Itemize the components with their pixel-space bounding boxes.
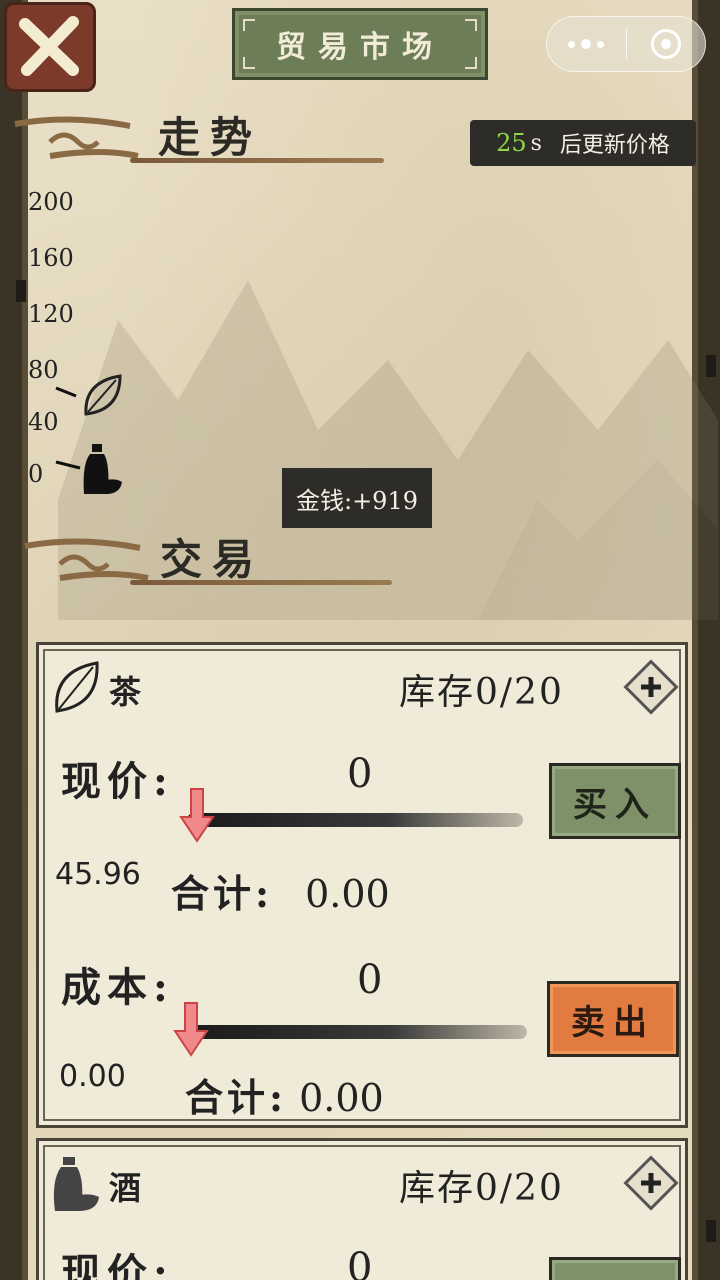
- timer-unit: s: [530, 130, 542, 156]
- cloud-ornament-icon: [14, 116, 139, 159]
- more-dots-icon[interactable]: [547, 17, 626, 71]
- expand-stock-button[interactable]: [623, 659, 679, 715]
- target-circle-icon[interactable]: [627, 17, 706, 71]
- wine-jar-icon: [55, 444, 122, 494]
- sell-total: 合计: 0.00: [185, 1067, 384, 1122]
- edge-notch: [706, 355, 716, 377]
- wine-jar-icon: [53, 1157, 99, 1211]
- sell-quantity-slider[interactable]: [189, 1025, 527, 1039]
- edge-notch: [706, 1220, 716, 1242]
- timer-seconds: 25: [496, 129, 527, 157]
- stock-count: 库存0/20: [399, 1168, 564, 1209]
- item-name: 茶: [109, 673, 142, 711]
- stock-count: 库存0/20: [399, 672, 564, 713]
- total-label: 合计:: [171, 871, 274, 916]
- tea-leaf-icon: [55, 661, 99, 713]
- trend-section-title: 走势: [158, 113, 263, 162]
- y-tick: 160: [28, 244, 74, 272]
- trade-card-wine: 酒 库存0/20 现价: 0: [36, 1138, 688, 1280]
- buy-quantity: 0: [347, 1245, 373, 1280]
- expand-stock-button[interactable]: [623, 1155, 679, 1211]
- page-title: 贸易市场: [276, 30, 444, 65]
- y-tick: 120: [28, 300, 74, 328]
- buy-total: 合计: 0.00: [171, 863, 390, 918]
- buy-button[interactable]: [549, 1257, 681, 1280]
- miniprogram-capsule: [546, 16, 706, 72]
- current-price-value: 45.96: [55, 857, 141, 892]
- edge-notch: [16, 280, 26, 302]
- total-value: 0.00: [299, 1076, 384, 1120]
- title-banner: 贸易市场: [232, 8, 488, 80]
- section-underline: [130, 580, 392, 585]
- buy-button[interactable]: 买入: [549, 763, 681, 839]
- buy-quantity-slider[interactable]: [187, 813, 523, 827]
- total-label: 合计:: [185, 1075, 288, 1120]
- total-value: 0.00: [305, 872, 390, 916]
- buy-quantity: 0: [347, 751, 373, 797]
- money-display: 金钱:+919: [282, 468, 432, 528]
- y-tick: 200: [28, 188, 74, 216]
- tea-leaf-icon: [55, 374, 122, 416]
- price-label: 现价:: [61, 1250, 174, 1280]
- y-tick: 0: [28, 460, 44, 488]
- close-button[interactable]: [4, 2, 96, 92]
- section-underline: [130, 158, 384, 163]
- close-x-icon: [19, 16, 79, 76]
- timer-text: 后更新价格: [559, 133, 670, 158]
- trade-section-title: 交易: [160, 535, 265, 584]
- price-label: 现价:: [61, 758, 174, 805]
- sell-quantity: 0: [357, 957, 383, 1003]
- price-update-timer: 25 s 后更新价格: [470, 120, 696, 166]
- mountain-landscape-decoration: [58, 280, 718, 620]
- slider-handle-icon[interactable]: [173, 1001, 209, 1057]
- slider-handle-icon[interactable]: [179, 787, 215, 843]
- cost-value: 0.00: [59, 1059, 126, 1094]
- sell-button[interactable]: 卖出: [547, 981, 679, 1057]
- item-name: 酒: [109, 1169, 142, 1207]
- trade-card-tea: 茶 库存0/20 现价: 0 45.96 合计: 0.00 买入 成本: 0 0…: [36, 642, 688, 1128]
- cost-label: 成本:: [61, 964, 174, 1011]
